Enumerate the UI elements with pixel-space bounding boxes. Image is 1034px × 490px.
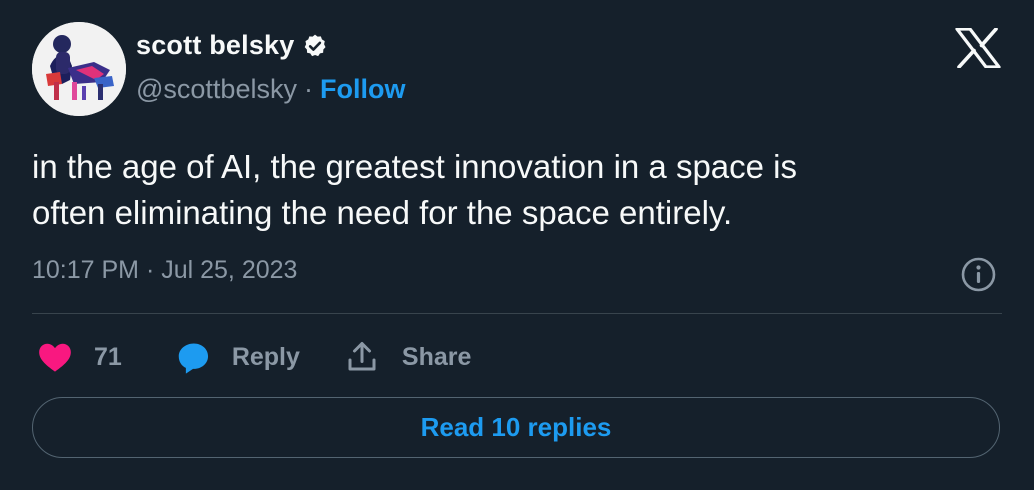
divider (32, 313, 1002, 314)
author-handle-row: @scottbelsky · Follow (136, 74, 405, 105)
like-button[interactable]: 71 (36, 338, 122, 376)
avatar-image (32, 22, 126, 116)
tweet-embed-card: scott belsky @scottbelsky · Follow in th… (0, 0, 1034, 490)
tweet-text-line: in the age of AI, the greatest innovatio… (32, 148, 798, 185)
like-count: 71 (94, 342, 122, 371)
x-logo-icon[interactable] (955, 27, 1001, 69)
verified-badge-icon (302, 33, 328, 59)
action-bar: 71 Reply Share (32, 336, 471, 378)
share-label: Share (401, 342, 472, 371)
speech-bubble-icon (178, 343, 208, 374)
follow-button[interactable]: Follow (320, 74, 405, 105)
read-replies-button[interactable]: Read 10 replies (32, 397, 1000, 458)
share-icon (348, 342, 376, 371)
display-name[interactable]: scott belsky (136, 30, 294, 61)
tweet-timestamp[interactable]: 10:17 PM · Jul 25, 2023 (32, 256, 297, 285)
author-handle[interactable]: @scottbelsky (136, 74, 297, 105)
author-name-row: scott belsky (136, 30, 328, 61)
reply-label: Reply (231, 342, 300, 371)
avatar[interactable] (32, 22, 126, 116)
info-icon[interactable] (961, 257, 996, 292)
separator-dot: · (303, 74, 313, 104)
reply-button[interactable]: Reply (174, 338, 300, 376)
tweet-text: in the age of AI, the greatest innovatio… (32, 144, 992, 236)
share-button[interactable]: Share (344, 339, 471, 375)
heart-icon (39, 343, 71, 372)
tweet-text-line: often eliminating the need for the space… (32, 194, 733, 231)
